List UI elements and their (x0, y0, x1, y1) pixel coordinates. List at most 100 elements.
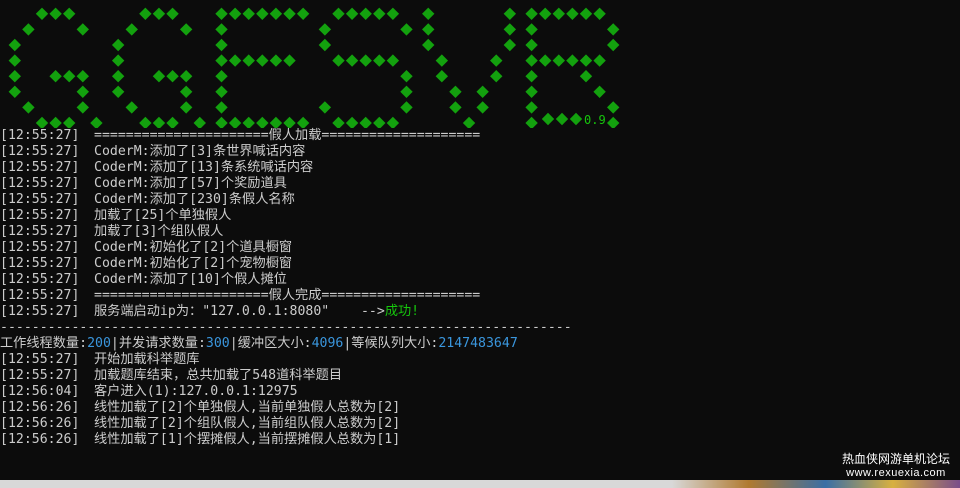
banner-dot (256, 54, 269, 67)
banner-dot (552, 54, 565, 67)
banner-dot (400, 101, 413, 114)
banner-dot (332, 7, 345, 20)
banner-dot (318, 101, 332, 114)
banner-dot (503, 38, 517, 52)
banner-dot (215, 116, 228, 128)
banner-dot (139, 116, 152, 128)
banner-dot (269, 7, 283, 20)
log-line: [12:55:27] CoderM:初始化了[2]个道具橱窗 (0, 240, 293, 255)
banner-dot (462, 116, 476, 128)
banner-dot (49, 116, 62, 128)
watermark-site: www.rexuexia.com (846, 467, 946, 479)
banner-dot (22, 23, 35, 36)
banner-dot (256, 7, 269, 20)
banner-dot (76, 70, 89, 83)
banner-dot (76, 23, 89, 36)
banner-dot (166, 70, 179, 83)
log-line: [12:55:27] CoderM:添加了[10]个假人摊位 (0, 272, 287, 287)
queue-size: 2147483647 (438, 336, 518, 351)
log-line: [12:56:26] 线性加载了[1]个摆摊假人,当前摆摊假人总数为[1] (0, 432, 401, 447)
banner-dot (152, 70, 166, 83)
log-line: [12:55:27] CoderM:初始化了[2]个宠物橱窗 (0, 256, 293, 271)
log-line: [12:55:27] 加载了[25]个单独假人 (0, 208, 232, 223)
banner-dot (476, 101, 489, 114)
banner-dot (539, 7, 552, 20)
banner-dot (555, 112, 569, 126)
banner-dot (593, 85, 606, 98)
banner-dot (125, 23, 138, 36)
banner-dot (345, 54, 359, 67)
banner-dot (607, 116, 620, 128)
banner-dot (525, 38, 538, 52)
banner-dot (215, 7, 228, 20)
banner-dot (373, 116, 386, 128)
banner-dot (242, 116, 255, 128)
banner-dot (607, 23, 620, 36)
log-line: [12:56:04] 客户进入(1):127.0.0.1:12975 (0, 384, 298, 399)
log-line: [12:56:26] 线性加载了[2]个组队假人,当前组队假人总数为[2] (0, 416, 401, 431)
banner-dot (8, 38, 21, 52)
banner-dot (152, 7, 166, 20)
separator-line: ----------------------------------------… (0, 320, 572, 335)
banner-dot (215, 85, 228, 98)
status-success: 成功! (384, 304, 420, 319)
banner-dot (359, 54, 372, 67)
banner-dot (359, 116, 372, 128)
banner-dot (400, 23, 413, 36)
banner-dot (373, 7, 386, 20)
banner-dot (422, 38, 435, 52)
banner-dot (386, 116, 400, 128)
banner-dot (503, 7, 517, 20)
banner-dot (318, 23, 332, 36)
banner-dot (179, 101, 193, 114)
banner-dot (318, 38, 332, 52)
banner-dot (422, 23, 435, 36)
banner-dot (139, 7, 152, 20)
banner-dot (8, 54, 21, 67)
log-line: [12:55:27] CoderM:添加了[230]条假人名称 (0, 192, 295, 207)
banner-dot (386, 54, 400, 67)
watermark-title: 热血侠网游单机论坛 (841, 452, 950, 466)
banner-dot (215, 23, 228, 36)
banner-dot (228, 7, 242, 20)
banner-dot (525, 85, 538, 98)
banner-dot (179, 70, 193, 83)
banner-dot (400, 70, 413, 83)
banner-dot (566, 7, 579, 20)
banner-dot (579, 7, 593, 20)
banner-dot (579, 70, 593, 83)
banner-dot (63, 116, 76, 128)
banner-version: 0.9 (584, 113, 606, 127)
banner-dot (269, 116, 283, 128)
banner-dot (373, 54, 386, 67)
banner-dot (525, 116, 538, 128)
banner-dot (345, 116, 359, 128)
banner-dot (76, 85, 89, 98)
banner-dot (525, 54, 538, 67)
banner-dot (179, 23, 193, 36)
banner-dot (476, 85, 489, 98)
banner-dot (490, 54, 503, 67)
log-line: [12:55:27] CoderM:添加了[13]条系统喊话内容 (0, 160, 314, 175)
banner-dot (296, 7, 310, 20)
banner-dot (607, 101, 620, 114)
banner-dot (296, 116, 310, 128)
banner-dot (49, 7, 62, 20)
console-window: 0.9 [12:55:27] ======================假人加载… (0, 0, 960, 480)
banner-dot (283, 54, 296, 67)
log-line: [12:55:27] 加载了[3]个组队假人 (0, 224, 224, 239)
banner-dot (166, 7, 179, 20)
concurrent-count: 300 (205, 336, 230, 351)
banner-dot (22, 101, 35, 114)
banner-dot (8, 85, 21, 98)
banner-dot (269, 54, 283, 67)
banner-dot (345, 7, 359, 20)
banner-dot (525, 23, 538, 36)
banner-dot (525, 70, 538, 83)
banner-dot (152, 116, 166, 128)
banner-dot (111, 70, 125, 83)
banner-dot (111, 38, 125, 52)
banner-dot (593, 54, 606, 67)
banner-dot (228, 54, 242, 67)
banner-dot (449, 85, 462, 98)
